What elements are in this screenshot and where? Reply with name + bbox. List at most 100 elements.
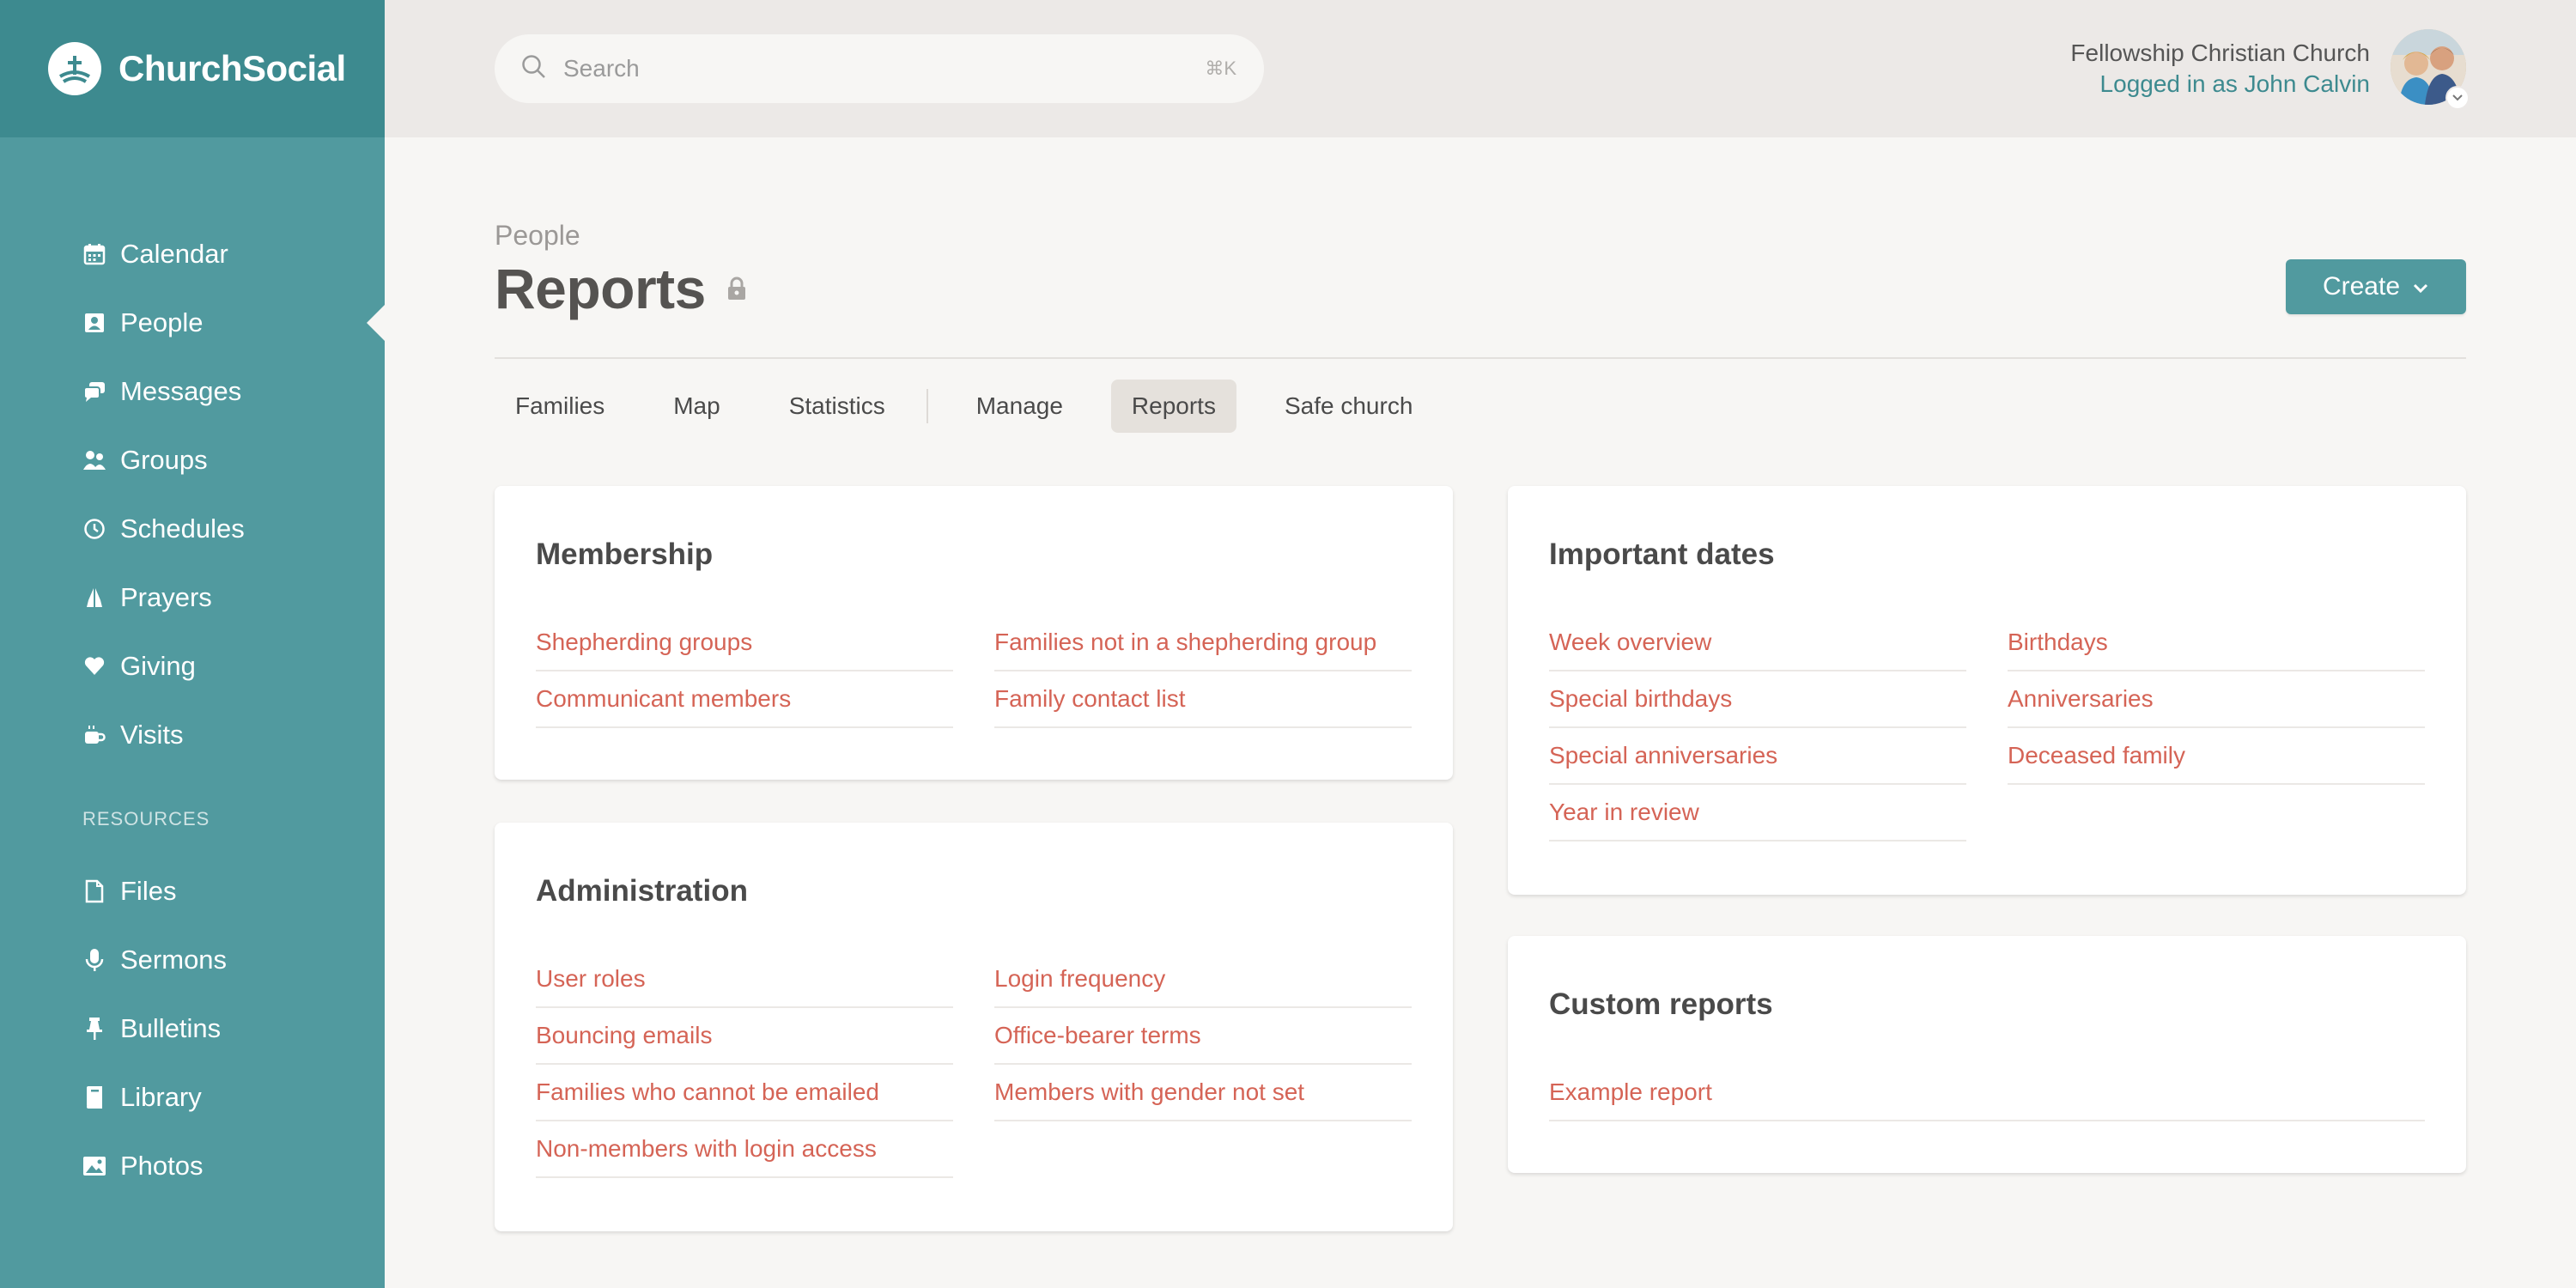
account-info[interactable]: Fellowship Christian Church Logged in as…: [2070, 38, 2370, 100]
heart-icon: [82, 654, 106, 678]
pin-icon: [82, 1017, 106, 1041]
sidebar-item-messages[interactable]: Messages: [0, 357, 385, 426]
report-column: Families not in a shepherding group Fami…: [994, 615, 1412, 728]
report-column: User roles Bouncing emails Families who …: [536, 951, 953, 1178]
report-links: Shepherding groups Communicant members F…: [536, 615, 1412, 728]
report-link-family-contact-list[interactable]: Family contact list: [994, 671, 1412, 728]
report-column: Week overview Special birthdays Special …: [1549, 615, 1966, 841]
custom-reports-card: Custom reports Example report: [1508, 936, 2466, 1173]
sidebar-item-label: Bulletins: [120, 1013, 222, 1043]
report-column: Birthdays Anniversaries Deceased family: [2008, 615, 2425, 841]
brand[interactable]: ChurchSocial: [0, 0, 385, 137]
card-title: Important dates: [1549, 538, 1775, 571]
chevron-down-icon[interactable]: [2445, 86, 2470, 110]
sidebar-item-label: Visits: [120, 720, 184, 750]
sidebar-item-label: People: [120, 307, 204, 337]
sidebar-item-photos[interactable]: Photos: [0, 1132, 385, 1200]
report-link-special-anniversaries[interactable]: Special anniversaries: [1549, 728, 1966, 785]
sidebar-item-files[interactable]: Files: [0, 857, 385, 926]
brand-name: ChurchSocial: [118, 48, 346, 88]
sidebar-item-giving[interactable]: Giving: [0, 632, 385, 701]
sidebar-item-groups[interactable]: Groups: [0, 426, 385, 495]
membership-card: Membership Shepherding groups Communican…: [495, 486, 1453, 780]
file-icon: [82, 879, 106, 903]
header-divider: [495, 357, 2466, 359]
calendar-icon: [82, 242, 106, 266]
important-dates-card: Important dates Week overview Special bi…: [1508, 486, 2466, 895]
search-placeholder: Search: [563, 55, 640, 82]
report-link-week-overview[interactable]: Week overview: [1549, 615, 1966, 671]
groups-icon: [82, 448, 106, 472]
sidebar-item-library[interactable]: Library: [0, 1063, 385, 1132]
report-link-login-frequency[interactable]: Login frequency: [994, 951, 1412, 1008]
tab-separator: [926, 389, 928, 423]
page-title-text: Reports: [495, 257, 706, 320]
search-input[interactable]: Search ⌘K: [495, 34, 1264, 103]
microphone-icon: [82, 948, 106, 972]
people-tabs: Families Map Statistics Manage Reports S…: [495, 380, 1461, 433]
report-link-deceased-family[interactable]: Deceased family: [2008, 728, 2425, 785]
tab-families[interactable]: Families: [495, 380, 625, 433]
book-icon: [82, 1085, 106, 1109]
sidebar-item-sermons[interactable]: Sermons: [0, 926, 385, 994]
report-links: Example report: [1549, 1065, 2425, 1121]
card-title: Membership: [536, 538, 714, 571]
report-link-user-roles[interactable]: User roles: [536, 951, 953, 1008]
report-links: User roles Bouncing emails Families who …: [536, 951, 1412, 1178]
report-link-gender-not-set[interactable]: Members with gender not set: [994, 1065, 1412, 1121]
sidebar-item-label: Sermons: [120, 945, 228, 975]
report-link-non-members-login-access[interactable]: Non-members with login access: [536, 1121, 953, 1178]
report-link-birthdays[interactable]: Birthdays: [2008, 615, 2425, 671]
search-shortcut: ⌘K: [1205, 58, 1236, 79]
report-column: Example report: [1549, 1065, 2425, 1121]
create-button[interactable]: Create: [2286, 259, 2466, 314]
messages-icon: [82, 380, 106, 404]
report-link-anniversaries[interactable]: Anniversaries: [2008, 671, 2425, 728]
sidebar-item-label: Calendar: [120, 239, 228, 269]
logged-in-user[interactable]: Logged in as John Calvin: [2070, 69, 2370, 100]
sidebar-item-schedules[interactable]: Schedules: [0, 495, 385, 563]
report-links: Week overview Special birthdays Special …: [1549, 615, 2425, 841]
administration-card: Administration User roles Bouncing email…: [495, 823, 1453, 1231]
tab-map[interactable]: Map: [653, 380, 740, 433]
report-link-example-report[interactable]: Example report: [1549, 1065, 2425, 1121]
breadcrumb[interactable]: People: [495, 220, 580, 252]
search-icon: [520, 53, 548, 85]
sidebar-item-label: Photos: [120, 1151, 204, 1181]
praying-hands-icon: [82, 586, 106, 610]
sidebar-item-prayers[interactable]: Prayers: [0, 563, 385, 632]
report-link-office-bearer-terms[interactable]: Office-bearer terms: [994, 1008, 1412, 1065]
coffee-cup-icon: [82, 723, 106, 747]
report-link-year-in-review[interactable]: Year in review: [1549, 785, 1966, 841]
report-link-families-not-in-shepherding-group[interactable]: Families not in a shepherding group: [994, 615, 1412, 671]
create-button-label: Create: [2322, 272, 2401, 301]
tab-safe-church[interactable]: Safe church: [1264, 380, 1433, 433]
tab-statistics[interactable]: Statistics: [769, 380, 906, 433]
tab-reports[interactable]: Reports: [1110, 380, 1236, 433]
sidebar-item-bulletins[interactable]: Bulletins: [0, 994, 385, 1063]
report-column: Login frequency Office-bearer terms Memb…: [994, 951, 1412, 1178]
sidebar: ChurchSocial Calendar People Messages Gr…: [0, 0, 386, 1288]
church-logo-icon: [48, 42, 101, 95]
topbar: Search ⌘K Fellowship Christian Church Lo…: [385, 0, 2576, 137]
sidebar-item-label: Library: [120, 1082, 202, 1112]
image-icon: [82, 1154, 106, 1178]
report-link-bouncing-emails[interactable]: Bouncing emails: [536, 1008, 953, 1065]
page-title: Reports: [495, 256, 747, 321]
report-link-special-birthdays[interactable]: Special birthdays: [1549, 671, 1966, 728]
sidebar-item-visits[interactable]: Visits: [0, 701, 385, 769]
sidebar-item-label: Files: [120, 876, 177, 906]
lock-icon: [726, 276, 747, 301]
tab-manage[interactable]: Manage: [956, 380, 1084, 433]
report-link-shepherding-groups[interactable]: Shepherding groups: [536, 615, 953, 671]
report-link-families-cannot-be-emailed[interactable]: Families who cannot be emailed: [536, 1065, 953, 1121]
sidebar-item-label: Messages: [120, 376, 242, 406]
report-link-communicant-members[interactable]: Communicant members: [536, 671, 953, 728]
sidebar-item-people[interactable]: People: [0, 289, 386, 357]
clock-icon: [82, 517, 106, 541]
resources-heading: RESOURCES: [82, 808, 210, 829]
sidebar-item-label: Prayers: [120, 582, 212, 612]
sidebar-item-calendar[interactable]: Calendar: [0, 220, 385, 289]
card-title: Custom reports: [1549, 987, 1773, 1021]
sidebar-item-label: Groups: [120, 445, 208, 475]
